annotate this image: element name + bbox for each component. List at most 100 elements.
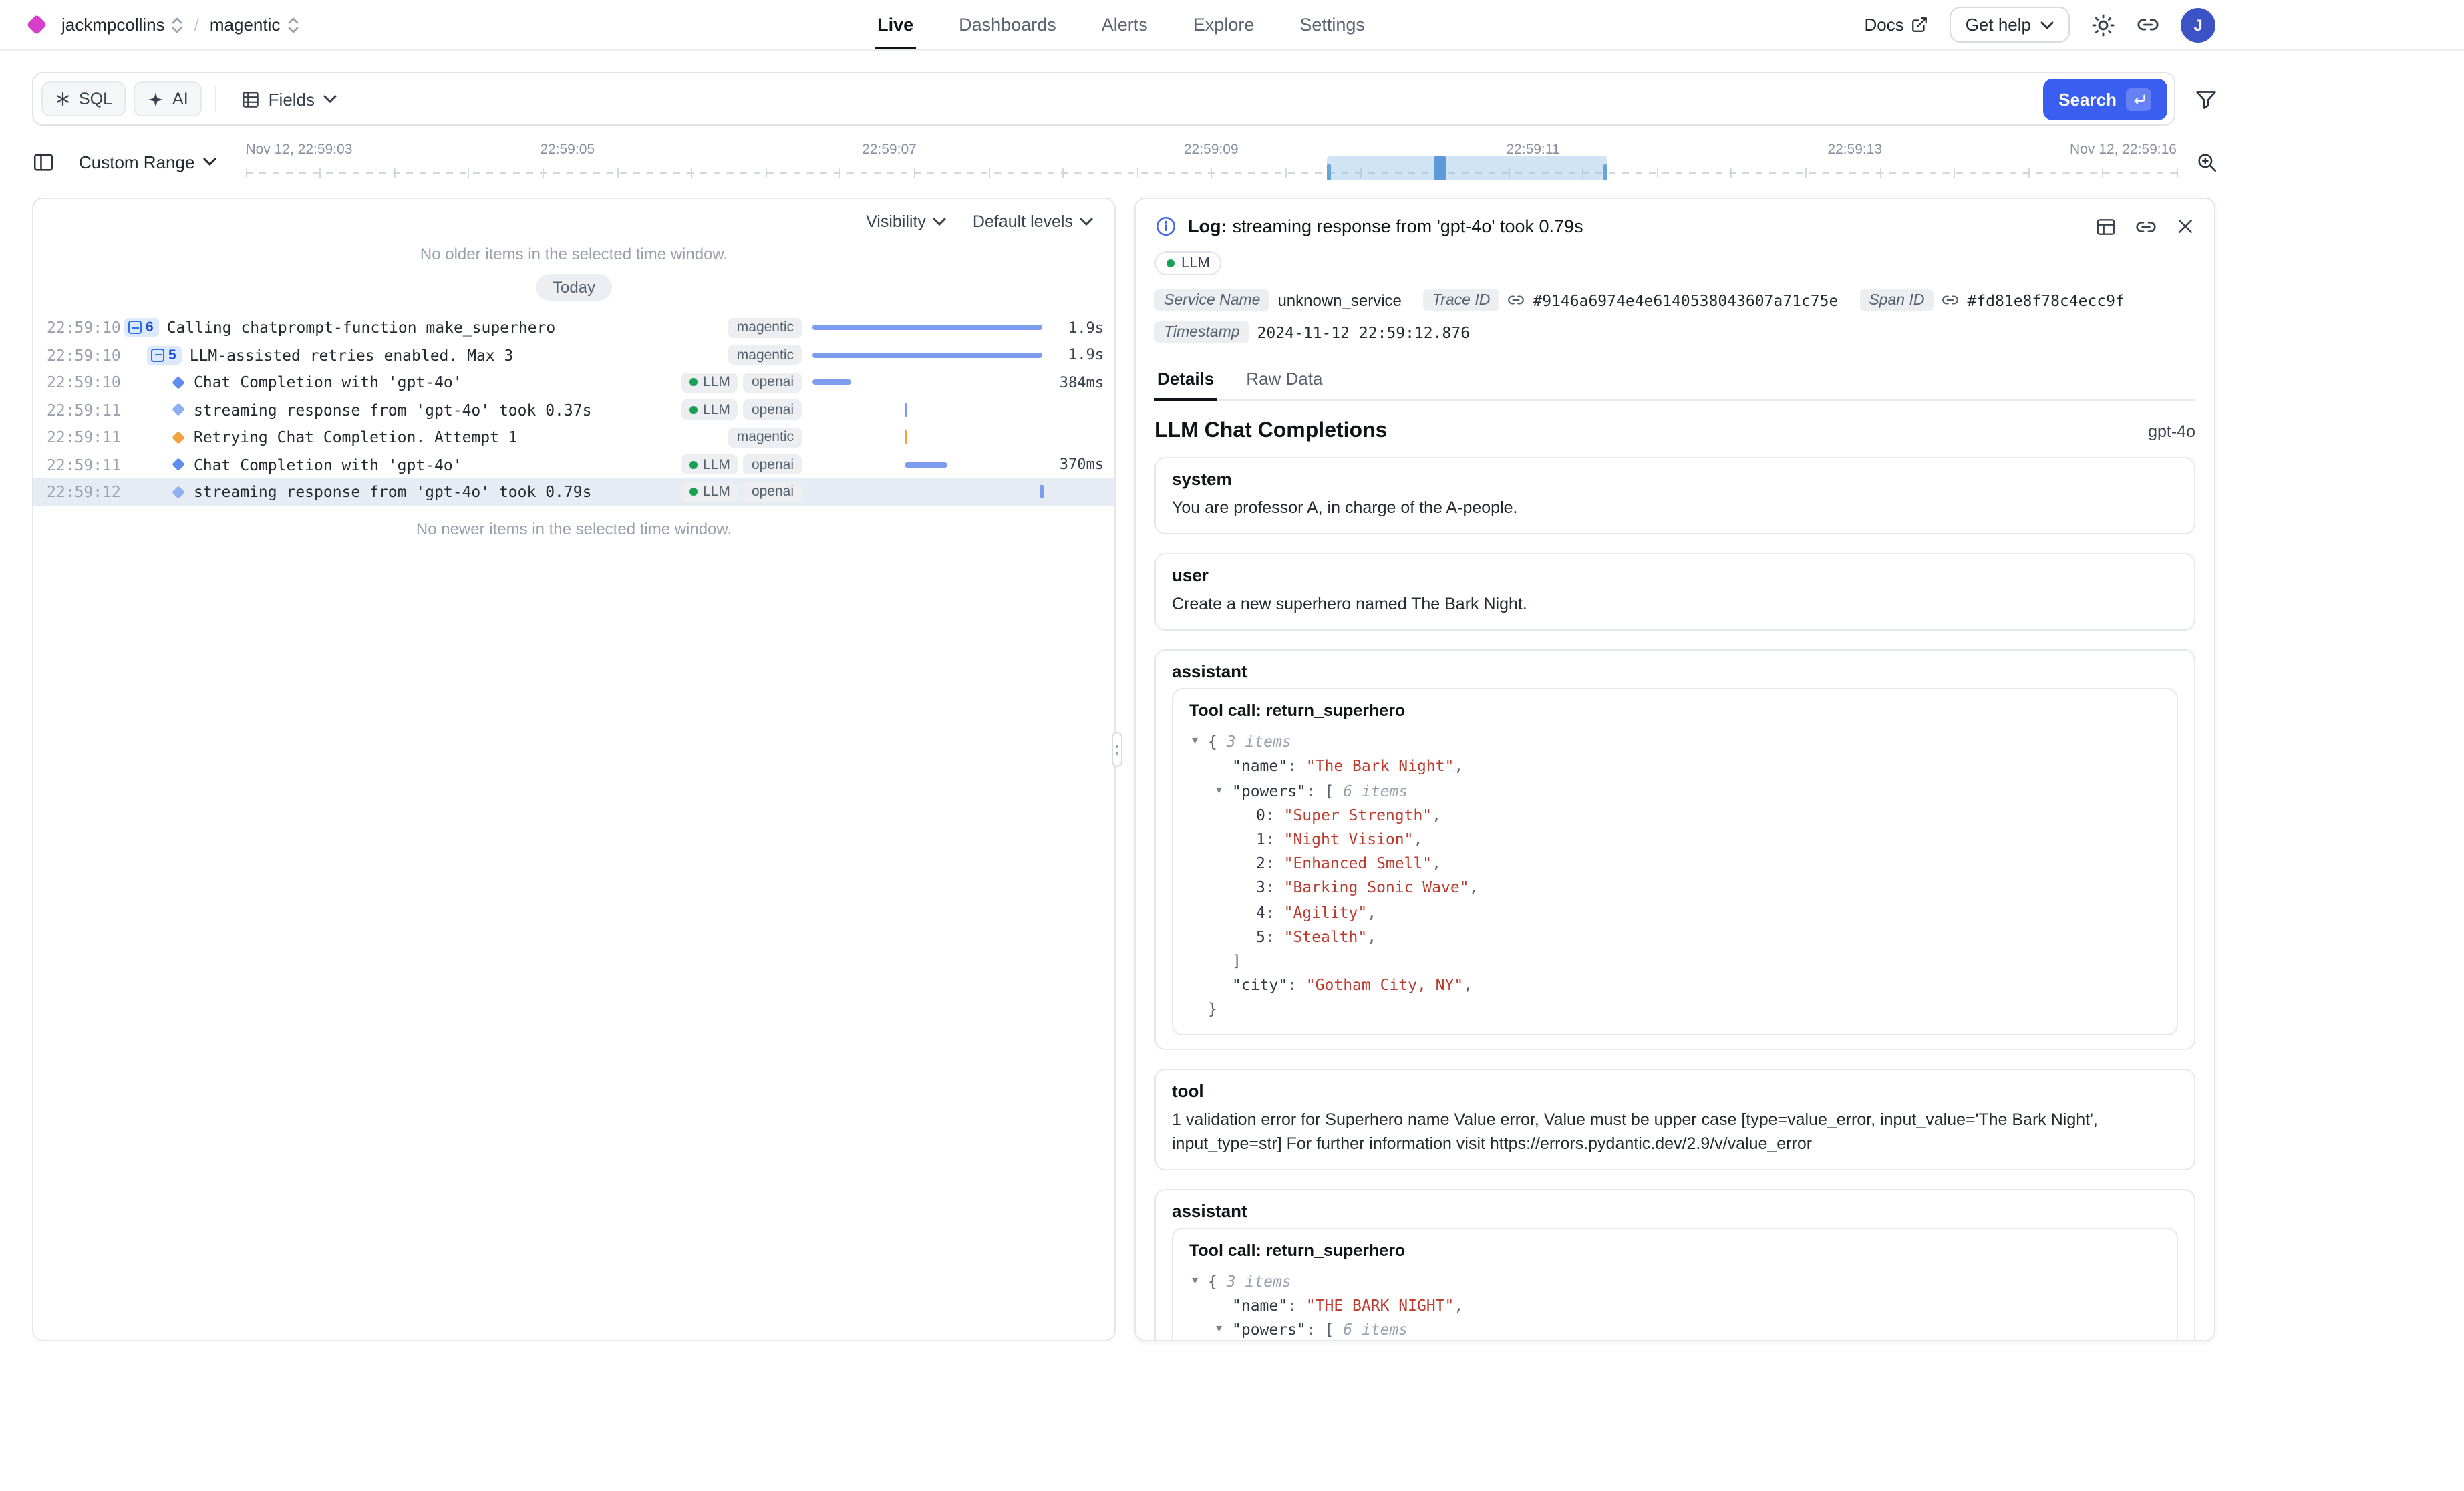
log-row[interactable]: 22:59:106Calling chatprompt-function mak… <box>33 314 1114 341</box>
log-row[interactable]: 22:59:11Chat Completion with 'gpt-4o'LLM… <box>33 451 1114 478</box>
tag-list: LLMopenai <box>671 400 802 420</box>
span-bar <box>812 380 851 385</box>
minor-tick <box>394 168 396 178</box>
chevron-down-icon <box>202 158 216 166</box>
collapse-sidebar-icon[interactable] <box>32 150 55 173</box>
minor-tick <box>2028 168 2030 178</box>
timeline-selection[interactable] <box>1327 156 1607 180</box>
project-switcher[interactable]: magentic <box>210 15 299 35</box>
tab-dashboards[interactable]: Dashboards <box>956 0 1059 49</box>
collapse-arrow-icon[interactable]: ▾ <box>1192 730 1198 754</box>
close-icon[interactable] <box>2175 216 2195 236</box>
minor-tick <box>245 168 247 178</box>
minus-square-icon <box>151 349 164 362</box>
search-button[interactable]: Search <box>2042 78 2167 120</box>
json-token: "powers" <box>1232 781 1306 800</box>
enter-icon <box>2126 88 2151 110</box>
org-switcher[interactable]: jackmpcollins <box>61 15 184 35</box>
tab-explore[interactable]: Explore <box>1191 0 1257 49</box>
json-token: , <box>1367 927 1376 946</box>
minor-tick <box>766 168 767 178</box>
main-nav: Live Dashboards Alerts Explore Settings <box>875 0 1368 49</box>
collapse-arrow-icon[interactable]: ▾ <box>1192 1269 1198 1293</box>
sort-chevrons-icon <box>172 15 184 34</box>
panel-resize-handle[interactable] <box>1112 732 1122 767</box>
search-input[interactable] <box>355 73 2034 124</box>
log-row[interactable]: 22:59:105LLM-assisted retries enabled. M… <box>33 341 1114 369</box>
llm-tag-pill: LLM <box>1154 251 1222 275</box>
table-icon[interactable] <box>2095 216 2117 237</box>
collapse-arrow-icon[interactable]: ▾ <box>1216 778 1222 802</box>
log-row[interactable]: 22:59:11streaming response from 'gpt-4o'… <box>33 396 1114 424</box>
timeline-ruler[interactable]: Nov 12, 22:59:0322:59:0522:59:0722:59:09… <box>245 142 2177 182</box>
json-token: 1 <box>1256 830 1265 848</box>
no-older-items-text: No older items in the selected time wind… <box>33 244 1114 263</box>
log-row[interactable]: 22:59:10Chat Completion with 'gpt-4o'LLM… <box>33 369 1114 396</box>
visibility-dropdown[interactable]: Visibility <box>866 212 946 231</box>
tab-alerts[interactable]: Alerts <box>1099 0 1150 49</box>
json-line: 0: "Super Strength", <box>1189 803 2161 827</box>
json-token: } <box>1208 1000 1217 1019</box>
minor-tick <box>543 168 544 178</box>
meta-span-id[interactable]: Span ID#fd81e8f78c4ecc9f <box>1859 289 2125 311</box>
chevron-down-icon <box>933 218 946 226</box>
span-bar-track <box>812 399 1042 421</box>
status-dot <box>689 406 698 414</box>
no-newer-items-text: No newer items in the selected time wind… <box>33 519 1114 538</box>
tag-pill: openai <box>744 373 802 393</box>
link-icon[interactable] <box>2137 13 2159 36</box>
log-list-panel: Visibility Default levels No older items… <box>32 198 1116 1341</box>
sun-icon[interactable] <box>2091 13 2115 37</box>
json-token: , <box>1367 902 1376 921</box>
json-tree: ▾{ 3 items"name": "THE BARK NIGHT",▾"pow… <box>1189 1269 2161 1341</box>
log-row[interactable]: 22:59:12streaming response from 'gpt-4o'… <box>33 478 1114 506</box>
log-message: LLM-assisted retries enabled. Max 3 <box>190 346 514 365</box>
fields-button[interactable]: Fields <box>230 82 347 116</box>
zoom-in-icon[interactable] <box>2195 150 2218 173</box>
detail-header-actions <box>2095 216 2195 237</box>
tool-call-title: Tool call: return_superhero <box>1189 702 2161 721</box>
meta-trace-id[interactable]: Trace ID#9146a6974e4e6140538043607a71c75… <box>1423 289 1838 311</box>
ai-button[interactable]: AI <box>134 81 202 116</box>
json-line: 3: "Barking Sonic Wave", <box>1189 876 2161 900</box>
chevron-down-icon <box>323 95 336 103</box>
docs-link[interactable]: Docs <box>1864 15 1928 35</box>
collapse-toggle[interactable]: 5 <box>147 346 182 365</box>
collapse-arrow-icon[interactable]: ▾ <box>1216 1318 1222 1341</box>
tag-list: LLMopenai <box>671 482 802 502</box>
avatar[interactable]: J <box>2181 7 2215 42</box>
filter-icon[interactable] <box>2194 87 2218 111</box>
json-line: ▾"powers": [ 6 items <box>1189 778 2161 802</box>
tag-label: LLM <box>703 402 730 418</box>
histogram-bar <box>1327 164 1331 180</box>
status-dot <box>689 461 698 469</box>
fields-label: Fields <box>269 89 315 109</box>
log-row[interactable]: 22:59:11Retrying Chat Completion. Attemp… <box>33 424 1114 451</box>
json-token: , <box>1454 757 1463 776</box>
json-token: , <box>1454 1296 1463 1315</box>
collapse-toggle[interactable]: 6 <box>124 319 159 337</box>
link-icon[interactable] <box>2135 216 2157 237</box>
span-diamond-icon <box>172 403 185 417</box>
get-help-button[interactable]: Get help <box>1950 7 2070 43</box>
external-link-icon <box>1911 16 1928 33</box>
timeline-tick: 22:59:07 <box>862 142 917 158</box>
time-range-selector[interactable]: Custom Range <box>79 152 216 172</box>
tab-details[interactable]: Details <box>1154 359 1217 401</box>
tag-label: openai <box>752 375 794 391</box>
span-diamond-icon <box>172 486 185 499</box>
tab-live[interactable]: Live <box>875 0 916 49</box>
meta-value: 2024-11-12 22:59:12.876 <box>1257 323 1471 341</box>
status-dot <box>689 488 698 496</box>
log-time: 22:59:10 <box>47 319 124 337</box>
default-levels-dropdown[interactable]: Default levels <box>973 212 1093 231</box>
json-token: "city" <box>1232 976 1287 995</box>
tag-pill: openai <box>744 455 802 475</box>
tab-settings[interactable]: Settings <box>1297 0 1368 49</box>
ai-label: AI <box>172 90 188 108</box>
meta-label: Timestamp <box>1154 321 1249 343</box>
tab-raw-data[interactable]: Raw Data <box>1243 359 1325 401</box>
sql-button[interactable]: SQL <box>41 81 126 116</box>
json-token: 5 <box>1256 927 1265 946</box>
json-token: "Enhanced Smell" <box>1284 854 1432 873</box>
